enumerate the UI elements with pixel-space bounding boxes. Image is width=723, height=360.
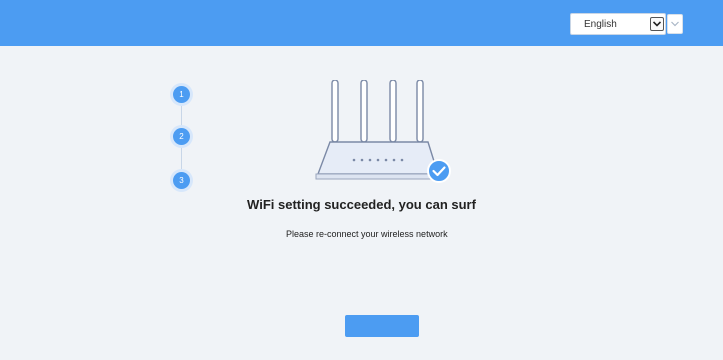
step-2: 2 bbox=[173, 128, 190, 145]
language-selector[interactable]: English bbox=[570, 13, 683, 35]
language-select[interactable]: English bbox=[570, 13, 666, 35]
chevron-down-icon[interactable] bbox=[650, 17, 664, 31]
dropdown-toggle-icon[interactable] bbox=[667, 14, 683, 34]
language-selected-value: English bbox=[584, 18, 617, 30]
step-1: 1 bbox=[173, 86, 190, 103]
top-bar: English bbox=[0, 0, 723, 46]
result-message: Please re-connect your wireless network bbox=[286, 229, 448, 239]
step-3: 3 bbox=[173, 172, 190, 189]
action-button[interactable] bbox=[345, 315, 419, 337]
step-indicator: 1 2 3 bbox=[173, 86, 191, 190]
router-with-checkmark-icon bbox=[315, 80, 451, 183]
result-title: WiFi setting succeeded, you can surf bbox=[247, 197, 476, 212]
